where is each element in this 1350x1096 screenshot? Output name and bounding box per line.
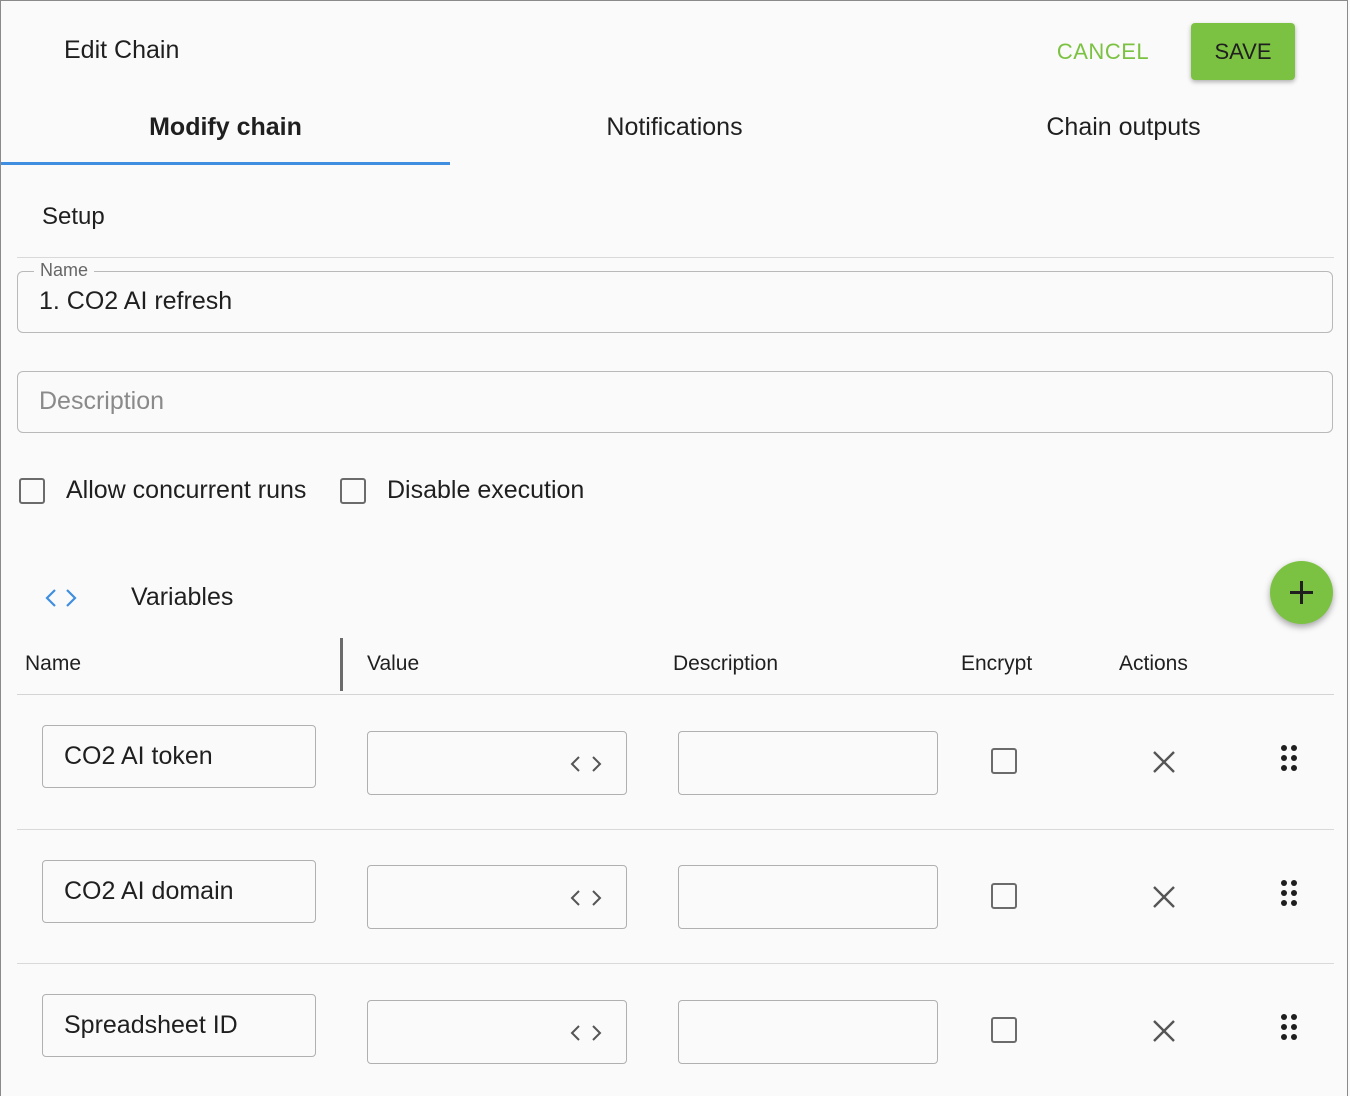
column-header-value: Value [367, 652, 420, 675]
variable-name-value: CO2 AI token [64, 742, 213, 770]
divider [17, 257, 1334, 258]
allow-concurrent-checkbox[interactable] [19, 478, 45, 504]
encrypt-checkbox[interactable] [991, 883, 1017, 909]
drag-handle-icon[interactable] [1279, 744, 1299, 772]
code-brackets-icon [45, 589, 77, 607]
code-brackets-icon [570, 756, 602, 772]
variable-description-input[interactable] [678, 731, 938, 795]
tab-bar: Modify chain Notifications Chain outputs [1, 95, 1348, 165]
variable-value-input[interactable] [367, 1000, 627, 1064]
name-field[interactable]: Name 1. CO2 AI refresh [17, 260, 1333, 333]
close-icon[interactable] [1151, 749, 1177, 775]
drag-handle-icon[interactable] [1279, 1013, 1299, 1041]
variable-value-input[interactable] [367, 731, 627, 795]
code-brackets-icon [570, 890, 602, 906]
row-divider [17, 829, 1334, 830]
name-field-label: Name [34, 260, 95, 281]
variable-value-input[interactable] [367, 865, 627, 929]
close-icon[interactable] [1151, 884, 1177, 910]
tab-chain-outputs[interactable]: Chain outputs [899, 95, 1348, 165]
disable-execution-label: Disable execution [387, 476, 585, 504]
save-button[interactable]: SAVE [1191, 23, 1295, 80]
variables-title: Variables [131, 583, 234, 611]
variable-name-input[interactable]: CO2 AI domain [42, 860, 316, 923]
dialog-title: Edit Chain [64, 36, 180, 64]
tab-notifications[interactable]: Notifications [450, 95, 899, 165]
row-divider [17, 963, 1334, 964]
drag-handle-icon[interactable] [1279, 879, 1299, 907]
column-header-actions: Actions [1119, 652, 1188, 675]
plus-icon [1290, 581, 1313, 604]
name-field-value: 1. CO2 AI refresh [39, 287, 233, 315]
column-header-description: Description [673, 652, 779, 675]
add-variable-button[interactable] [1270, 561, 1333, 624]
encrypt-checkbox[interactable] [991, 1017, 1017, 1043]
variable-name-value: CO2 AI domain [64, 877, 234, 905]
cancel-button[interactable]: CANCEL [1048, 26, 1158, 78]
variable-description-input[interactable] [678, 1000, 938, 1064]
description-field[interactable]: Description [17, 371, 1333, 433]
column-resize-handle[interactable] [340, 638, 343, 691]
disable-execution-checkbox[interactable] [340, 478, 366, 504]
code-brackets-icon [570, 1025, 602, 1041]
variable-name-value: Spreadsheet ID [64, 1011, 238, 1039]
section-title-setup: Setup [42, 203, 105, 230]
close-icon[interactable] [1151, 1018, 1177, 1044]
column-header-encrypt: Encrypt [961, 652, 1033, 675]
variable-description-input[interactable] [678, 865, 938, 929]
table-header-divider [17, 694, 1334, 695]
allow-concurrent-label: Allow concurrent runs [66, 476, 307, 504]
variable-name-input[interactable]: CO2 AI token [42, 725, 316, 788]
column-header-name[interactable]: Name [25, 652, 81, 676]
encrypt-checkbox[interactable] [991, 748, 1017, 774]
variable-name-input[interactable]: Spreadsheet ID [42, 994, 316, 1057]
description-placeholder: Description [39, 387, 165, 415]
tab-modify-chain[interactable]: Modify chain [1, 95, 450, 165]
